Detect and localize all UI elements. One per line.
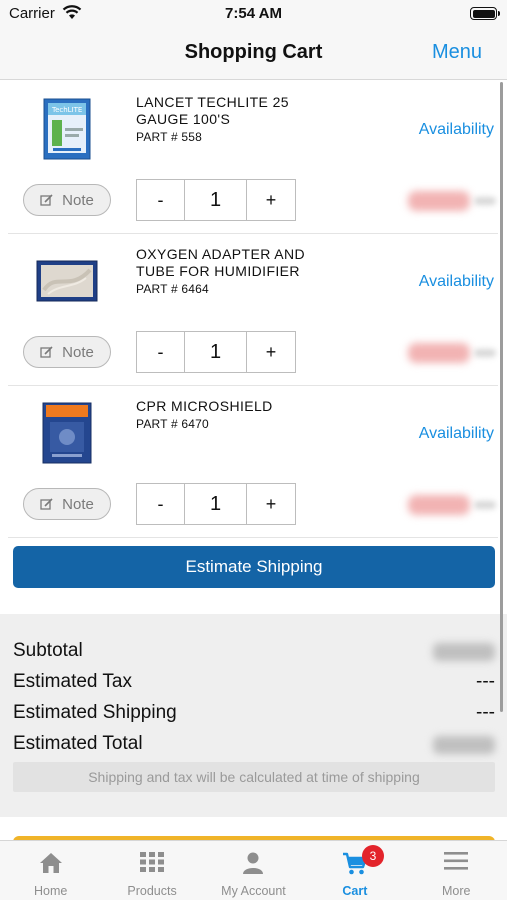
svg-text:TechLITE: TechLITE: [51, 106, 82, 114]
availability-link[interactable]: Availability: [419, 425, 494, 443]
increase-quantity-button[interactable]: +: [247, 484, 295, 524]
scrollbar[interactable]: [500, 82, 503, 712]
tax-row: Estimated Tax ---: [13, 667, 495, 697]
lancet-box-icon: TechLITE: [43, 98, 91, 160]
part-number: Part # 558: [136, 130, 203, 144]
edit-icon: [40, 194, 53, 206]
tab-more[interactable]: More: [406, 841, 507, 900]
tab-products[interactable]: Products: [101, 841, 202, 900]
subtotal-row: Subtotal: [13, 636, 495, 666]
tab-cart-label: Cart: [342, 884, 368, 898]
price-redacted: [408, 188, 498, 214]
battery-icon: [470, 7, 500, 20]
tab-my-account[interactable]: My Account: [203, 841, 304, 900]
edit-icon: [40, 346, 53, 358]
tab-home-label: Home: [34, 884, 68, 898]
decrease-quantity-button[interactable]: -: [137, 484, 185, 524]
status-bar: Carrier 7:54 AM: [0, 0, 507, 28]
total-row: Estimated Total: [13, 729, 495, 759]
oxygen-adapter-package-icon: [36, 260, 98, 302]
edit-icon: [40, 498, 53, 510]
total-value-redacted: [433, 736, 495, 754]
nav-bar: Shopping Cart Menu: [0, 28, 507, 80]
home-icon: [39, 853, 62, 873]
product-name: CPR MICROSHIELD Part # 6470: [136, 398, 336, 433]
note-label: Note: [62, 495, 94, 513]
cart-item: TechLITE LANCET TECHLITE 25 GAUGE 100'S …: [8, 82, 498, 234]
tax-value: ---: [476, 671, 495, 692]
note-button[interactable]: Note: [23, 336, 111, 368]
tab-bar: Home Products My Account Cart More: [0, 840, 507, 900]
product-image: [36, 400, 98, 466]
increase-quantity-button[interactable]: +: [247, 180, 295, 220]
availability-link[interactable]: Availability: [419, 121, 494, 139]
quantity-field[interactable]: 1: [185, 180, 247, 220]
hamburger-icon: [444, 852, 469, 870]
availability-link[interactable]: Availability: [419, 273, 494, 291]
shipping-tax-note: Shipping and tax will be calculated at t…: [13, 762, 495, 792]
cart-count-badge: 3: [362, 845, 384, 867]
subtotal-label: Subtotal: [13, 640, 83, 661]
note-button[interactable]: Note: [23, 184, 111, 216]
product-image: [36, 248, 98, 314]
shipping-row: Estimated Shipping ---: [13, 698, 495, 728]
page-title: Shopping Cart: [184, 41, 323, 63]
part-number: Part # 6470: [136, 417, 209, 431]
estimate-shipping-button[interactable]: Estimate Shipping: [13, 546, 495, 588]
person-icon: [243, 852, 264, 874]
quantity-stepper: - 1 +: [136, 331, 296, 373]
shipping-value: ---: [476, 702, 495, 723]
price-redacted: [408, 492, 498, 518]
menu-button[interactable]: Menu: [432, 41, 482, 64]
cart-item: CPR MICROSHIELD Part # 6470 Availability…: [8, 386, 498, 538]
decrease-quantity-button[interactable]: -: [137, 180, 185, 220]
tab-home[interactable]: Home: [0, 841, 101, 900]
cart-item: OXYGEN ADAPTER AND TUBE FOR HUMIDIFIER P…: [8, 234, 498, 386]
tab-more-label: More: [442, 884, 471, 898]
shipping-label: Estimated Shipping: [13, 702, 177, 723]
cpr-microshield-package-icon: [42, 402, 92, 464]
note-label: Note: [62, 191, 94, 209]
decrease-quantity-button[interactable]: -: [137, 332, 185, 372]
tab-my-account-label: My Account: [221, 884, 286, 898]
quantity-field[interactable]: 1: [185, 484, 247, 524]
quantity-stepper: - 1 +: [136, 483, 296, 525]
subtotal-value-redacted: [433, 643, 495, 661]
quantity-field[interactable]: 1: [185, 332, 247, 372]
total-label: Estimated Total: [13, 733, 143, 754]
product-name: LANCET TECHLITE 25 GAUGE 100'S Part # 55…: [136, 94, 336, 146]
note-label: Note: [62, 343, 94, 361]
clock: 7:54 AM: [225, 5, 282, 22]
price-redacted: [408, 340, 498, 366]
note-button[interactable]: Note: [23, 488, 111, 520]
quantity-stepper: - 1 +: [136, 179, 296, 221]
tax-label: Estimated Tax: [13, 671, 132, 692]
product-name: OXYGEN ADAPTER AND TUBE FOR HUMIDIFIER P…: [136, 246, 336, 298]
product-image: TechLITE: [36, 96, 98, 162]
grid-icon: [140, 852, 165, 872]
tab-cart[interactable]: Cart: [304, 841, 405, 900]
increase-quantity-button[interactable]: +: [247, 332, 295, 372]
tab-products-label: Products: [127, 884, 177, 898]
part-number: Part # 6464: [136, 282, 209, 296]
